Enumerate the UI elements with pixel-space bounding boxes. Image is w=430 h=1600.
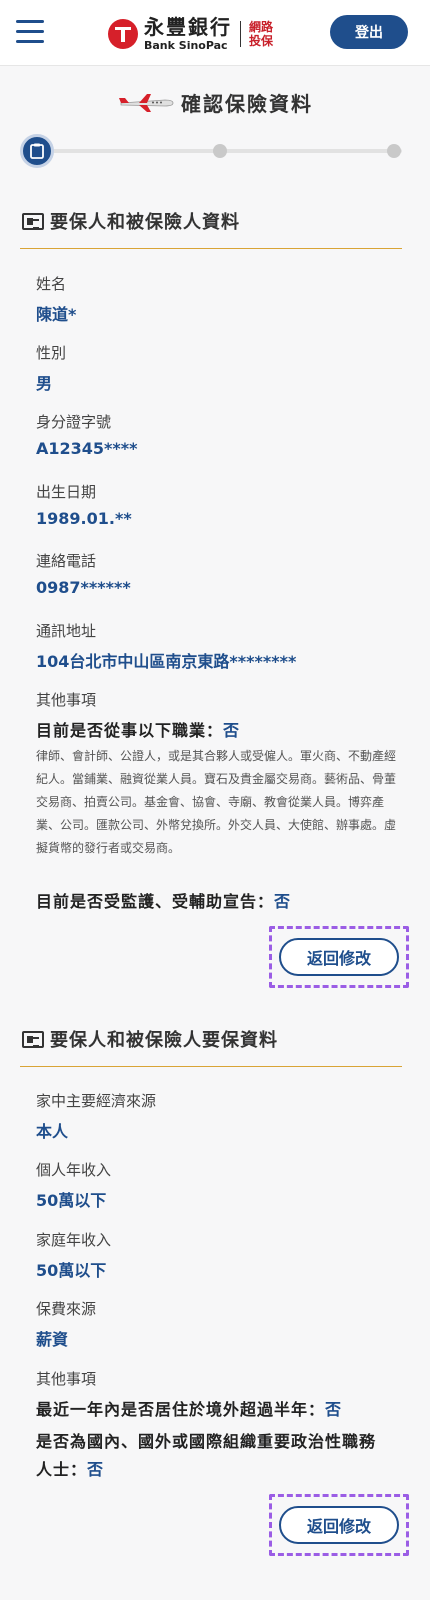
gender-label: 性別 bbox=[36, 344, 67, 362]
occupation-question: 目前是否從事以下職業：否 bbox=[36, 717, 240, 741]
top-header: 永豐銀行 Bank SinoPac 網路投保 登出 bbox=[0, 0, 430, 66]
edit-button-focus-frame: 返回修改 bbox=[269, 1494, 409, 1556]
other-matters-label: 其他事項 bbox=[36, 691, 97, 709]
edit-button-focus-frame: 返回修改 bbox=[269, 926, 409, 988]
id-card-icon bbox=[22, 212, 44, 230]
page-title-row: 確認保險資料 bbox=[0, 88, 430, 117]
occupation-note: 律師、會計師、公證人，或是其合夥人或受僱人。軍火商、不動產經紀人。當鋪業、融資從… bbox=[36, 749, 397, 855]
personal-income-value: 50萬以下 bbox=[36, 1191, 107, 1210]
income-source-value: 本人 bbox=[36, 1122, 69, 1141]
edit-applicant-info-button[interactable]: 返回修改 bbox=[279, 938, 399, 976]
step-2-dot bbox=[213, 144, 227, 158]
pep-question-line2: 人士：否 bbox=[36, 1456, 104, 1480]
section-divider bbox=[20, 248, 402, 249]
logo-divider bbox=[240, 21, 241, 47]
household-income-value: 50萬以下 bbox=[36, 1261, 107, 1280]
occupation-question-text: 目前是否從事以下職業： bbox=[36, 721, 224, 740]
progress-stepper bbox=[20, 134, 410, 168]
guardianship-question-text: 目前是否受監護、受輔助宣告： bbox=[36, 892, 275, 911]
name-label: 姓名 bbox=[36, 275, 67, 293]
bank-name-en: Bank SinoPac bbox=[144, 39, 228, 52]
guardianship-question: 目前是否受監護、受輔助宣告：否 bbox=[36, 888, 291, 912]
step-3-dot bbox=[387, 144, 401, 158]
personal-income-label: 個人年收入 bbox=[36, 1161, 112, 1179]
step-1-active bbox=[20, 134, 54, 168]
income-source-label: 家中主要經濟來源 bbox=[36, 1092, 157, 1110]
menu-icon[interactable] bbox=[16, 20, 44, 44]
channel-label: 網路投保 bbox=[249, 19, 274, 48]
gender-value: 男 bbox=[36, 374, 53, 393]
pep-question-text: 人士： bbox=[36, 1460, 88, 1479]
premium-source-label: 保費來源 bbox=[36, 1300, 97, 1318]
clipboard-icon bbox=[30, 143, 44, 159]
section-applicant-info-title: 要保人和被保險人資料 bbox=[22, 208, 240, 234]
id-number-value: A12345**** bbox=[36, 439, 138, 458]
id-card-icon bbox=[22, 1030, 44, 1048]
pep-answer: 否 bbox=[87, 1460, 105, 1479]
section-title-text: 要保人和被保險人要保資料 bbox=[50, 1030, 278, 1051]
address-label: 通訊地址 bbox=[36, 622, 97, 640]
bank-name-cn: 永豐銀行 bbox=[144, 15, 232, 39]
guardianship-answer: 否 bbox=[274, 892, 292, 911]
logout-button[interactable]: 登出 bbox=[330, 15, 408, 49]
birth-date-value: 1989.01.** bbox=[36, 509, 132, 528]
birth-date-label: 出生日期 bbox=[36, 483, 97, 501]
premium-source-value: 薪資 bbox=[36, 1330, 69, 1349]
overseas-answer: 否 bbox=[325, 1400, 343, 1419]
section-divider bbox=[20, 1066, 402, 1067]
overseas-question-text: 最近一年內是否居住於境外超過半年： bbox=[36, 1400, 326, 1419]
phone-value: 0987****** bbox=[36, 578, 131, 597]
occupation-answer: 否 bbox=[223, 721, 241, 740]
address-value: 104台北市中山區南京東路******** bbox=[36, 652, 297, 671]
other-matters-label: 其他事項 bbox=[36, 1370, 97, 1388]
edit-policy-info-button[interactable]: 返回修改 bbox=[279, 1506, 399, 1544]
overseas-residence-question: 最近一年內是否居住於境外超過半年：否 bbox=[36, 1396, 342, 1420]
section-title-text: 要保人和被保險人資料 bbox=[50, 212, 240, 233]
sinopac-logo-icon bbox=[108, 19, 138, 49]
section-policy-info-title: 要保人和被保險人要保資料 bbox=[22, 1026, 278, 1052]
name-value: 陳道* bbox=[36, 305, 77, 324]
household-income-label: 家庭年收入 bbox=[36, 1231, 112, 1249]
bank-logo[interactable]: 永豐銀行 Bank SinoPac 網路投保 bbox=[108, 12, 275, 56]
phone-label: 連絡電話 bbox=[36, 552, 97, 570]
page-title: 確認保險資料 bbox=[181, 92, 313, 116]
airplane-icon bbox=[119, 93, 174, 112]
pep-question-line1: 是否為國內、國外或國際組織重要政治性職務 bbox=[36, 1432, 377, 1451]
id-number-label: 身分證字號 bbox=[36, 413, 112, 431]
